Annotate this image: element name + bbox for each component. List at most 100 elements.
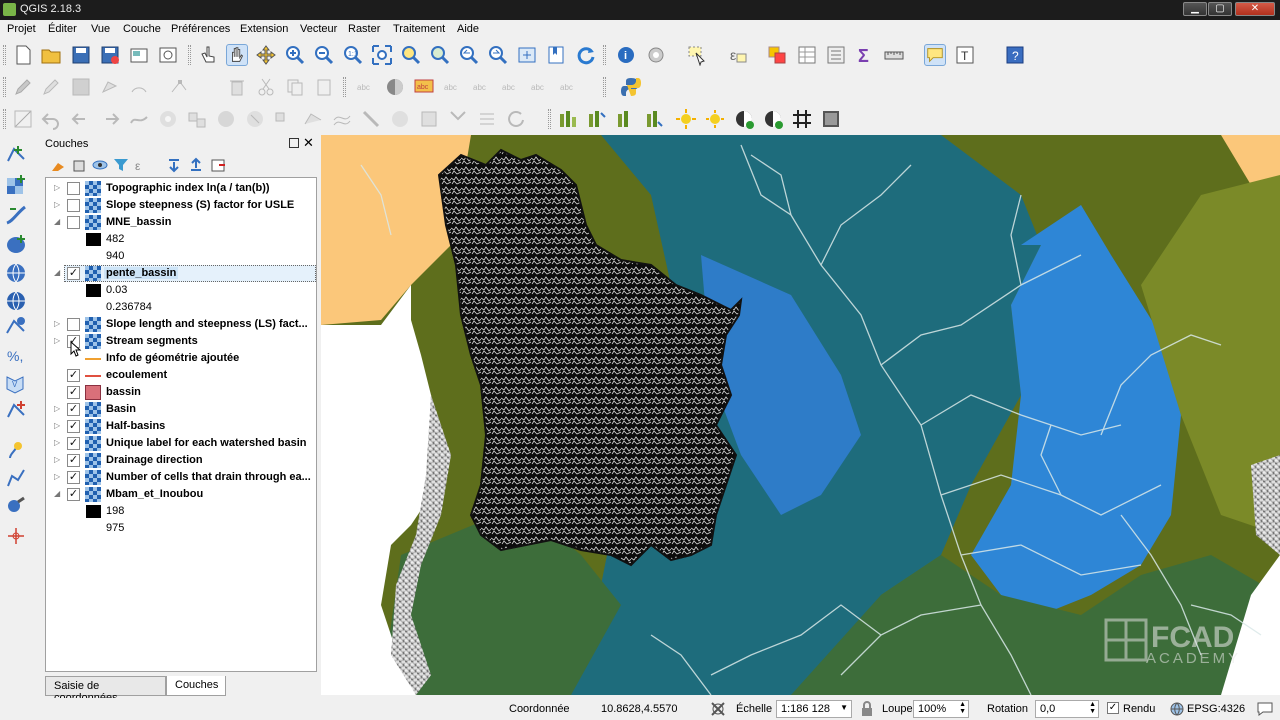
digitize-line-icon[interactable] <box>4 466 28 490</box>
cut-features-icon[interactable] <box>255 76 277 98</box>
layer-row[interactable]: ▷ ✓ Unique label for each watershed basi… <box>46 435 316 452</box>
change-label-icon[interactable]: abc <box>558 76 580 98</box>
node-tool-icon[interactable] <box>168 76 190 98</box>
add-vector-layer-icon[interactable] <box>4 143 28 167</box>
remove-layer-icon[interactable] <box>210 157 226 173</box>
panel-float-button[interactable] <box>289 138 299 148</box>
undo-arrow-icon[interactable] <box>70 108 92 130</box>
toolbar-grip[interactable] <box>3 77 6 97</box>
add-postgis-layer-icon[interactable] <box>4 233 28 257</box>
lock-scale-icon[interactable] <box>859 701 875 717</box>
toggle-extents-icon[interactable] <box>710 701 726 717</box>
layer-row[interactable]: ▷ ✓ Basin <box>46 401 316 418</box>
delete-ring-icon[interactable] <box>244 108 266 130</box>
toolbar-grip[interactable] <box>188 45 191 65</box>
menu-raster[interactable]: Raster <box>348 23 380 35</box>
zoom-out-icon[interactable] <box>313 44 335 66</box>
expand-all-icon[interactable] <box>166 157 182 173</box>
add-part-icon[interactable] <box>186 108 208 130</box>
layer-row[interactable]: ▷ Slope steepness (S) factor for USLE <box>46 197 316 214</box>
delete-selected-icon[interactable] <box>226 76 248 98</box>
offset-curve-icon[interactable] <box>331 108 353 130</box>
composer-manager-icon[interactable] <box>157 44 179 66</box>
bookmarks-icon[interactable] <box>545 44 567 66</box>
collapsed-arrow-icon[interactable]: ▷ <box>54 183 60 192</box>
menu-traitement[interactable]: Traitement <box>393 23 445 35</box>
rotation-spinbox[interactable]: 0,0 ▲ ▼ <box>1035 700 1099 718</box>
collapsed-arrow-icon[interactable]: ▷ <box>54 472 60 481</box>
close-button[interactable]: ✕ <box>1235 2 1275 16</box>
layer-visibility-checkbox[interactable]: ✓ <box>67 386 80 399</box>
raster-histogram-icon[interactable] <box>557 108 579 130</box>
layer-row[interactable]: ▷ ✓ Drainage direction <box>46 452 316 469</box>
coordinate-value[interactable]: 10.8628,4.5570 <box>601 703 677 715</box>
measure-line-icon[interactable] <box>883 44 905 66</box>
zoom-to-layer-icon[interactable] <box>429 44 451 66</box>
layer-visibility-checkbox[interactable]: ✓ <box>67 420 80 433</box>
layer-labeling-icon[interactable] <box>384 76 406 98</box>
scale-combobox[interactable]: 1:186 128 ▼ <box>776 700 852 718</box>
new-map-view-icon[interactable] <box>516 44 538 66</box>
layer-visibility-checkbox[interactable]: ✓ <box>67 267 80 280</box>
refresh-icon[interactable] <box>575 44 597 66</box>
tab-layers[interactable]: Couches <box>166 676 226 696</box>
collapsed-arrow-icon[interactable]: ▷ <box>54 421 60 430</box>
new-layer-icon[interactable] <box>4 399 28 423</box>
add-point-icon[interactable] <box>4 524 28 548</box>
undo-icon[interactable] <box>40 108 62 130</box>
field-calculator-icon[interactable] <box>825 44 847 66</box>
layer-row[interactable]: ▷ Slope length and steepness (LS) fact..… <box>46 316 316 333</box>
layer-row[interactable]: ◢ MNE_bassin <box>46 214 316 231</box>
attribute-table-icon[interactable] <box>796 44 818 66</box>
toolbar-grip[interactable] <box>548 109 551 129</box>
help-icon[interactable]: ? <box>1004 44 1026 66</box>
panel-close-button[interactable]: ✕ <box>303 135 314 151</box>
menu-extension[interactable]: Extension <box>240 23 288 35</box>
render-checkbox[interactable]: ✓ <box>1107 702 1119 714</box>
copy-features-icon[interactable] <box>284 76 306 98</box>
layer-row[interactable]: Info de géométrie ajoutée <box>46 350 316 367</box>
toolbar-grip[interactable] <box>603 77 606 97</box>
toolbar-grip[interactable] <box>3 45 6 65</box>
add-wms-layer-icon[interactable] <box>4 261 28 285</box>
touch-zoom-icon[interactable] <box>198 44 220 66</box>
raster-calculator-icon[interactable] <box>820 108 842 130</box>
manage-themes-icon[interactable] <box>92 157 108 173</box>
open-project-icon[interactable] <box>40 44 62 66</box>
maximize-button[interactable]: ▢ <box>1208 2 1232 16</box>
add-spatialite-layer-icon[interactable] <box>4 203 28 227</box>
menu-editer[interactable]: Éditer <box>48 23 77 35</box>
grid-tool-icon[interactable] <box>791 108 813 130</box>
map-canvas[interactable]: FCAD ACADEMY <box>321 135 1280 695</box>
layer-row[interactable]: ▷ ✓ Half-basins <box>46 418 316 435</box>
decrease-brightness-icon[interactable] <box>704 108 726 130</box>
collapsed-arrow-icon[interactable]: ▷ <box>54 336 60 345</box>
text-annotation-icon[interactable]: T <box>954 44 976 66</box>
zoom-next-icon[interactable] <box>487 44 509 66</box>
local-stddev-icon[interactable] <box>644 108 666 130</box>
menu-couche[interactable]: Couche <box>123 23 161 35</box>
split-features-icon[interactable] <box>360 108 382 130</box>
zoom-to-selection-icon[interactable] <box>400 44 422 66</box>
pin-labels-icon[interactable]: abc <box>442 76 464 98</box>
new-project-icon[interactable] <box>12 44 34 66</box>
reshape-icon[interactable] <box>302 108 324 130</box>
layer-visibility-checkbox[interactable] <box>67 318 80 331</box>
add-circular-string-icon[interactable] <box>128 76 150 98</box>
decrease-contrast-icon[interactable] <box>762 108 784 130</box>
layer-row[interactable]: ▷ ✓ Stream segments <box>46 333 316 357</box>
save-project-icon[interactable] <box>70 44 92 66</box>
georeferencer-icon[interactable] <box>4 494 28 518</box>
redo-arrow-icon[interactable] <box>99 108 121 130</box>
merge-features-icon[interactable] <box>418 108 440 130</box>
add-delimited-text-icon[interactable]: %, <box>4 343 28 367</box>
layer-visibility-checkbox[interactable] <box>67 216 80 229</box>
layer-visibility-checkbox[interactable]: ✓ <box>67 369 80 382</box>
new-print-composer-icon[interactable] <box>128 44 150 66</box>
add-wcs-layer-icon[interactable] <box>4 289 28 313</box>
select-by-expression-icon[interactable]: ε <box>727 44 749 66</box>
layer-row[interactable]: ✓ ecoulement <box>46 367 316 384</box>
show-hide-labels-icon[interactable]: abc <box>471 76 493 98</box>
layer-visibility-checkbox[interactable]: ✓ <box>67 454 80 467</box>
add-ring-icon[interactable] <box>157 108 179 130</box>
